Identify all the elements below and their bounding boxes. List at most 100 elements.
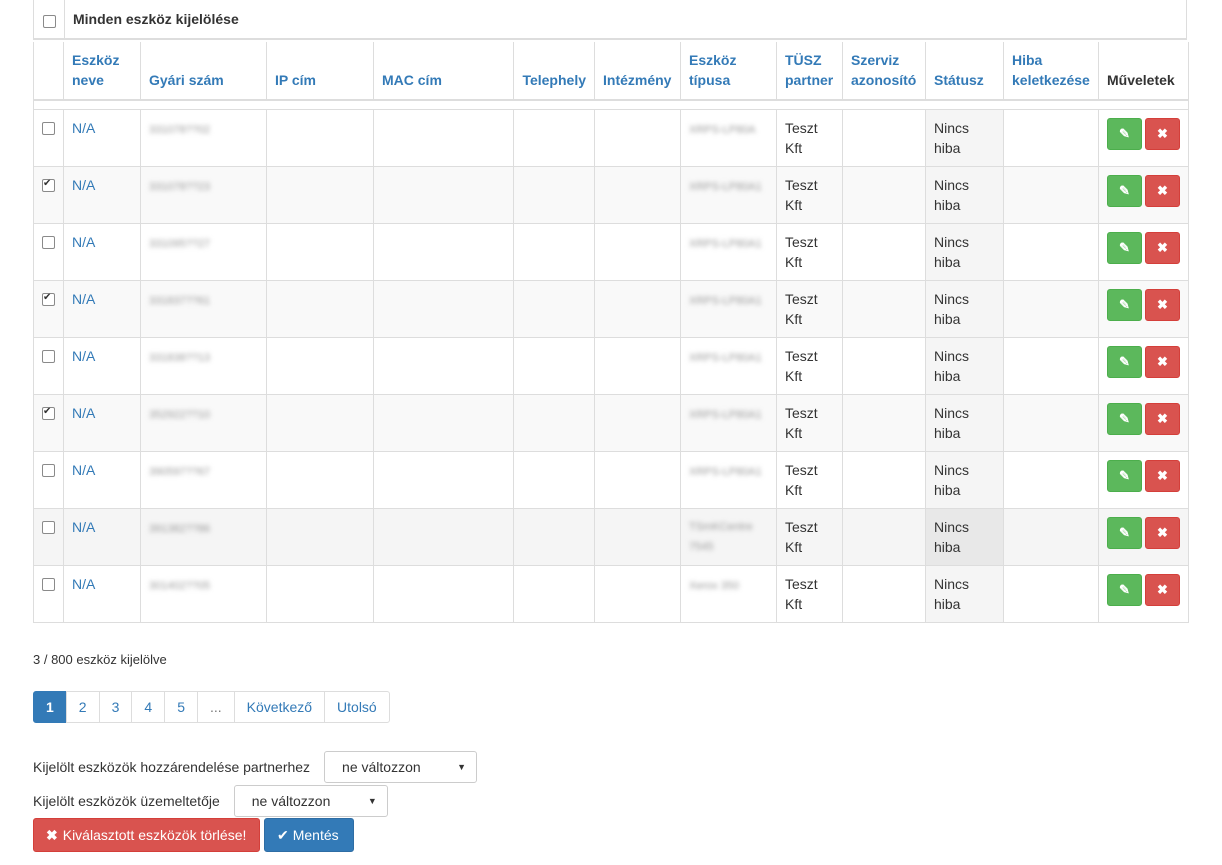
row-checkbox[interactable] (42, 520, 55, 534)
serial-cell: 301402??05 (140, 564, 267, 623)
mac-cell (373, 564, 514, 623)
mac-cell (373, 108, 514, 167)
device-name-link[interactable]: N/A (72, 462, 95, 478)
partner-cell: Teszt Kft (776, 564, 843, 623)
page-5[interactable]: 5 (164, 691, 198, 723)
row-checkbox[interactable] (42, 235, 55, 249)
edit-button[interactable]: ✎ (1107, 174, 1142, 207)
status-cell: Nincs hiba (925, 393, 1004, 452)
institution-cell (594, 507, 681, 566)
header-eszkoz-neve[interactable]: Eszköz neve (63, 42, 141, 101)
delete-button[interactable]: ✖ (1145, 174, 1180, 207)
delete-button[interactable]: ✖ (1145, 459, 1180, 492)
delete-button[interactable]: ✖ (1145, 516, 1180, 549)
device-name-link[interactable]: N/A (72, 234, 95, 250)
device-name-link[interactable]: N/A (72, 177, 95, 193)
mac-cell (373, 165, 514, 224)
header-hiba-keletkezese[interactable]: Hiba keletkezése (1003, 42, 1099, 101)
page-1[interactable]: 1 (33, 691, 67, 723)
pencil-icon: ✎ (1119, 296, 1130, 312)
operator-label: Kijelölt eszközök üzemeltetője (33, 793, 220, 809)
save-label: Mentés (292, 827, 339, 843)
mac-cell (373, 450, 514, 509)
header-eszkoz-tipusa[interactable]: Eszköz típusa (680, 42, 777, 101)
edit-button[interactable]: ✎ (1107, 117, 1142, 150)
serial-cell: 352922??10 (140, 393, 267, 452)
pencil-icon: ✎ (1119, 524, 1130, 540)
last-page-link[interactable]: Utolsó (324, 691, 390, 723)
edit-button[interactable]: ✎ (1107, 288, 1142, 321)
edit-button[interactable]: ✎ (1107, 345, 1142, 378)
row-checkbox[interactable] (42, 577, 55, 591)
pencil-icon: ✎ (1119, 467, 1130, 483)
delete-selected-button[interactable]: ✖ Kiválasztott eszközök törlése! (33, 818, 260, 852)
delete-button[interactable]: ✖ (1145, 402, 1180, 435)
device-name-link[interactable]: N/A (72, 291, 95, 307)
serial-cell: 391382??86 (140, 507, 267, 566)
row-checkbox[interactable] (42, 405, 55, 420)
sort-link[interactable]: Hiba keletkezése (1012, 52, 1090, 88)
sort-link[interactable]: IP cím (275, 72, 316, 88)
save-button[interactable]: ✔ Mentés (264, 818, 354, 852)
edit-button[interactable]: ✎ (1107, 573, 1142, 606)
service-id-cell (842, 450, 926, 509)
select-all-checkbox[interactable] (42, 14, 56, 28)
assign-partner-select[interactable]: ne változzon ▼ (324, 751, 478, 783)
edit-button[interactable]: ✎ (1107, 402, 1142, 435)
sort-link[interactable]: Telephely (522, 72, 586, 88)
sort-link[interactable]: Szerviz azonosító (851, 52, 916, 88)
caret-down-icon: ▼ (367, 796, 377, 806)
table-row: N/A 331837??61 XRPS-LP80A1 Teszt Kft Nin… (33, 279, 1189, 338)
delete-button[interactable]: ✖ (1145, 231, 1180, 264)
sort-link[interactable]: MAC cím (382, 72, 442, 88)
delete-button[interactable]: ✖ (1145, 573, 1180, 606)
header-telephely[interactable]: Telephely (513, 42, 595, 101)
sort-link[interactable]: Eszköz neve (72, 52, 119, 88)
header-statusz[interactable]: Státusz (925, 42, 1004, 101)
sort-link[interactable]: TÜSZ partner (785, 52, 833, 88)
device-name-link[interactable]: N/A (72, 519, 95, 535)
header-tusz-partner[interactable]: TÜSZ partner (776, 42, 843, 101)
institution-cell (594, 222, 681, 281)
page-2[interactable]: 2 (65, 691, 100, 723)
device-name-link[interactable]: N/A (72, 348, 95, 364)
device-name-cell: N/A (63, 279, 141, 338)
sort-link[interactable]: Gyári szám (149, 72, 224, 88)
page-4[interactable]: 4 (131, 691, 166, 723)
sort-link[interactable]: Eszköz típusa (689, 52, 736, 88)
type-cell: TSmKCentre 7545 (680, 507, 777, 566)
row-checkbox[interactable] (42, 463, 55, 477)
edit-button[interactable]: ✎ (1107, 231, 1142, 264)
partner-value: Teszt Kft (785, 575, 818, 612)
header-szerviz-azonosito[interactable]: Szerviz azonosító (842, 42, 926, 101)
delete-button[interactable]: ✖ (1145, 345, 1180, 378)
header-gyari-szam[interactable]: Gyári szám (140, 42, 267, 101)
row-checkbox[interactable] (42, 349, 55, 363)
header-intezmeny[interactable]: Intézmény (594, 42, 681, 101)
row-checkbox[interactable] (42, 291, 55, 306)
delete-button[interactable]: ✖ (1145, 288, 1180, 321)
edit-button[interactable]: ✎ (1107, 459, 1142, 492)
operator-select[interactable]: ne változzon ▼ (233, 785, 388, 817)
sort-link[interactable]: Intézmény (603, 72, 671, 88)
header-ip-cim[interactable]: IP cím (266, 42, 374, 101)
error-time-cell (1003, 393, 1099, 452)
delete-button[interactable]: ✖ (1145, 117, 1180, 150)
page-3[interactable]: 3 (98, 691, 133, 723)
mac-cell (373, 222, 514, 281)
next-page-link[interactable]: Következő (233, 691, 326, 723)
edit-button[interactable]: ✎ (1107, 516, 1142, 549)
service-id-cell (842, 108, 926, 167)
device-name-link[interactable]: N/A (72, 405, 95, 421)
row-checkbox[interactable] (42, 121, 55, 135)
partner-cell: Teszt Kft (776, 165, 843, 224)
device-name-link[interactable]: N/A (72, 120, 95, 136)
row-checkbox[interactable] (42, 177, 55, 192)
header-mac-cim[interactable]: MAC cím (373, 42, 514, 101)
sort-link[interactable]: Státusz (934, 72, 984, 88)
device-name-link[interactable]: N/A (72, 576, 95, 592)
service-id-cell (842, 507, 926, 566)
site-cell (513, 165, 595, 224)
table-row: N/A 331078??23 XRPS-LP80A1 Teszt Kft Nin… (33, 165, 1189, 224)
service-id-cell (842, 279, 926, 338)
